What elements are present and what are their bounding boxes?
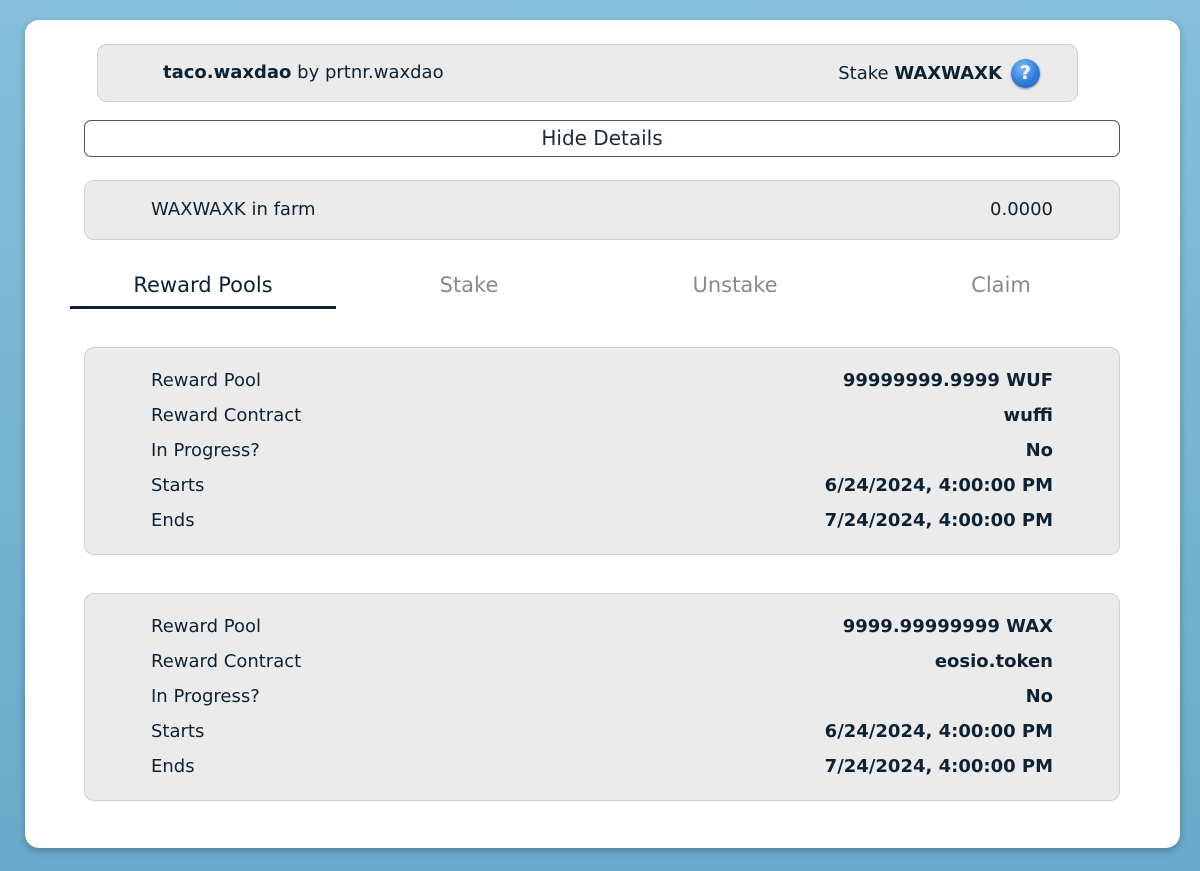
stake-text: Stake bbox=[838, 63, 889, 84]
tab-reward-pools[interactable]: Reward Pools bbox=[70, 265, 336, 309]
pool-row-starts: Starts 6/24/2024, 4:00:00 PM bbox=[85, 468, 1119, 503]
farm-balance-label: WAXWAXK in farm bbox=[151, 199, 316, 220]
pool-value: No bbox=[1025, 686, 1053, 707]
pool-label: In Progress? bbox=[151, 686, 260, 707]
pool-label: Ends bbox=[151, 510, 195, 531]
tab-unstake[interactable]: Unstake bbox=[602, 265, 868, 309]
pool-row-in-progress: In Progress? No bbox=[85, 433, 1119, 468]
pool-label: Reward Pool bbox=[151, 616, 261, 637]
pool-value: 99999999.9999 WUF bbox=[842, 370, 1053, 391]
pool-row-ends: Ends 7/24/2024, 4:00:00 PM bbox=[85, 749, 1119, 784]
stake-token-label: Stake WAXWAXK bbox=[838, 45, 1002, 103]
stake-token: WAXWAXK bbox=[894, 63, 1002, 84]
pool-label: In Progress? bbox=[151, 440, 260, 461]
farm-info-box: WAXWAXK in farm 0.0000 bbox=[84, 180, 1120, 240]
farm-title: taco.waxdao by prtnr.waxdao bbox=[163, 45, 444, 101]
pool-label: Starts bbox=[151, 721, 205, 742]
pool-value: 6/24/2024, 4:00:00 PM bbox=[824, 721, 1053, 742]
farm-creator[interactable]: prtnr.waxdao bbox=[325, 62, 444, 83]
pool-value: eosio.token bbox=[934, 651, 1053, 672]
reward-pool-card: Reward Pool 99999999.9999 WUF Reward Con… bbox=[84, 347, 1120, 555]
farm-balance-value: 0.0000 bbox=[990, 199, 1053, 220]
pool-row-starts: Starts 6/24/2024, 4:00:00 PM bbox=[85, 714, 1119, 749]
pool-label: Reward Contract bbox=[151, 405, 302, 426]
farm-card: taco.waxdao by prtnr.waxdao Stake WAXWAX… bbox=[25, 20, 1180, 848]
reward-pool-card: Reward Pool 9999.99999999 WAX Reward Con… bbox=[84, 593, 1120, 801]
farm-name[interactable]: taco.waxdao bbox=[163, 62, 291, 83]
by-text: by bbox=[297, 62, 320, 83]
tab-claim[interactable]: Claim bbox=[868, 265, 1134, 309]
pool-value: No bbox=[1025, 440, 1053, 461]
pool-value: 7/24/2024, 4:00:00 PM bbox=[824, 510, 1053, 531]
pool-value: 7/24/2024, 4:00:00 PM bbox=[824, 756, 1053, 777]
pool-row-reward-contract: Reward Contract wuffi bbox=[85, 398, 1119, 433]
pool-label: Ends bbox=[151, 756, 195, 777]
pool-value: 6/24/2024, 4:00:00 PM bbox=[824, 475, 1053, 496]
pool-label: Reward Contract bbox=[151, 651, 302, 672]
pool-row-reward-pool: Reward Pool 99999999.9999 WUF bbox=[85, 363, 1119, 398]
pool-label: Starts bbox=[151, 475, 205, 496]
pool-row-reward-pool: Reward Pool 9999.99999999 WAX bbox=[85, 609, 1119, 644]
tab-stake[interactable]: Stake bbox=[336, 265, 602, 309]
hide-details-button[interactable]: Hide Details bbox=[84, 120, 1120, 157]
farm-tabs: Reward Pools Stake Unstake Claim bbox=[70, 265, 1134, 309]
pool-row-reward-contract: Reward Contract eosio.token bbox=[85, 644, 1119, 679]
pool-label: Reward Pool bbox=[151, 370, 261, 391]
farm-header: taco.waxdao by prtnr.waxdao Stake WAXWAX… bbox=[97, 44, 1078, 102]
help-icon[interactable]: ? bbox=[1011, 59, 1040, 88]
pool-row-in-progress: In Progress? No bbox=[85, 679, 1119, 714]
pool-value: 9999.99999999 WAX bbox=[842, 616, 1053, 637]
pool-value: wuffi bbox=[1003, 405, 1053, 426]
pool-row-ends: Ends 7/24/2024, 4:00:00 PM bbox=[85, 503, 1119, 538]
